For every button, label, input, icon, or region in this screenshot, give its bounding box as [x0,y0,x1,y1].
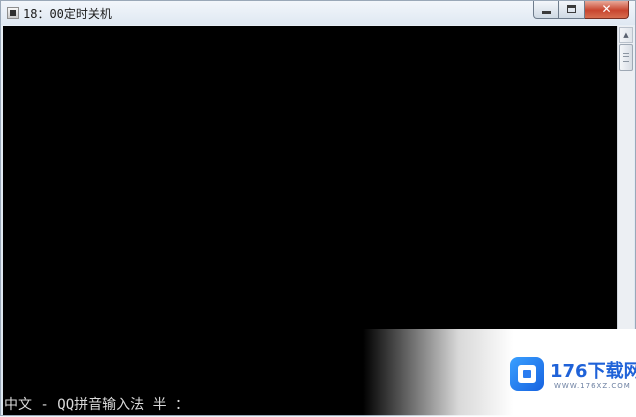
watermark-url: WWW.176XZ.COM [554,382,631,390]
close-button[interactable]: ✕ [585,1,629,19]
watermark-brand: 176下载网 [550,361,636,382]
scrollbar-thumb[interactable] [619,44,633,71]
scroll-up-arrow-icon[interactable]: ▲ [619,27,633,43]
caption-buttons: ✕ [533,1,629,19]
close-icon: ✕ [601,2,612,16]
window-title: 18：00定时关机 [23,7,112,21]
console-app-icon[interactable] [7,7,19,19]
176xz-logo-icon [510,357,544,391]
ime-status-line: 中文 - QQ拼音输入法 半 ： [4,397,190,413]
console-window: 18：00定时关机 ✕ ▲ ▼ 中文 - QQ拼音输入法 半 ： 176下载网 … [0,0,636,417]
minimize-button[interactable] [533,1,559,19]
title-bar[interactable]: 18：00定时关机 ✕ [1,1,635,25]
maximize-button[interactable] [559,1,585,19]
logo-cube-icon [518,365,536,383]
